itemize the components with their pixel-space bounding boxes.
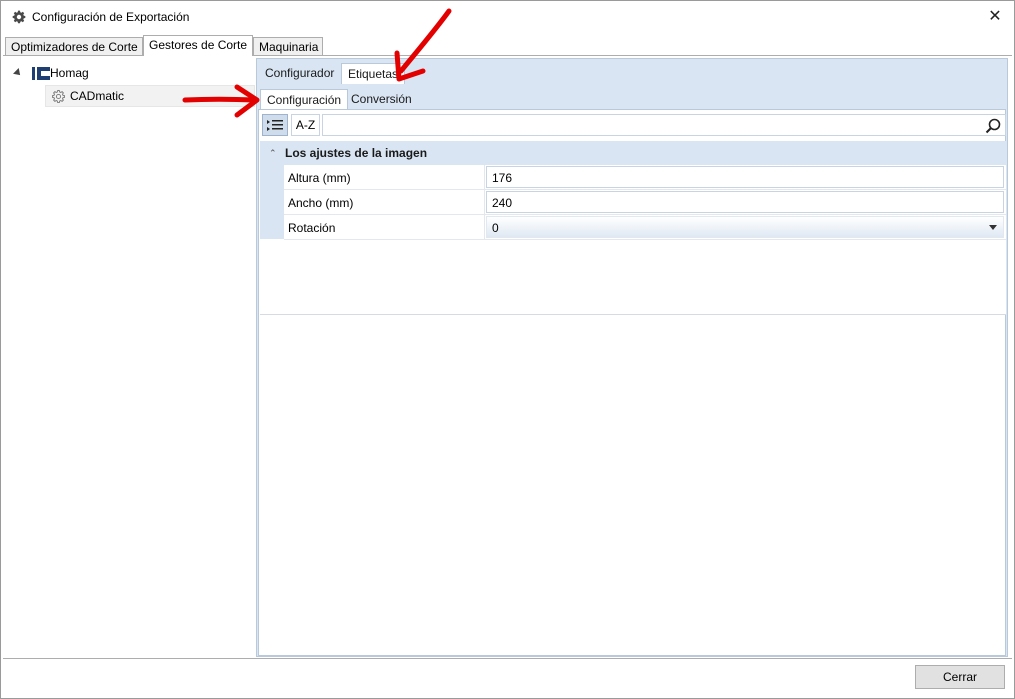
column-divider	[484, 165, 485, 190]
export-config-window: Configuración de Exportación ✕ Optimizad…	[0, 0, 1015, 699]
categorized-view-button[interactable]	[262, 114, 288, 136]
rotacion-value: 0	[492, 221, 499, 235]
homag-logo-icon	[32, 67, 50, 80]
window-close-button[interactable]: ✕	[980, 3, 1010, 31]
manager-tree: Homag	[4, 59, 254, 657]
tree-node-label: CADmatic	[70, 89, 125, 103]
tab-etiquetas[interactable]: Etiquetas	[341, 63, 406, 84]
property-search-input[interactable]	[322, 114, 1006, 136]
search-icon[interactable]	[985, 118, 1001, 134]
window-title: Configuración de Exportación	[32, 10, 190, 24]
tree-node-homag[interactable]: Homag	[4, 62, 254, 84]
expand-arrow-icon[interactable]	[13, 68, 23, 78]
gear-icon	[52, 89, 65, 103]
dialog-footer: Cerrar	[3, 658, 1012, 696]
ancho-field[interactable]: 240	[486, 191, 1004, 213]
title-bar: Configuración de Exportación ✕	[1, 1, 1014, 33]
property-row-altura: Altura (mm) 176	[284, 165, 1006, 190]
altura-field[interactable]: 176	[486, 166, 1004, 188]
property-row-ancho: Ancho (mm) 240	[284, 190, 1006, 215]
chevron-down-icon[interactable]	[989, 225, 997, 230]
property-name: Ancho (mm)	[288, 196, 354, 210]
property-name: Altura (mm)	[288, 171, 351, 185]
category-label: Los ajustes de la imagen	[285, 146, 428, 160]
column-divider	[484, 190, 485, 215]
alphabetical-view-button[interactable]: A-Z	[291, 114, 320, 136]
tab-optimizadores-de-corte[interactable]: Optimizadores de Corte	[5, 37, 143, 56]
collapse-arrow-icon[interactable]: ⌃	[269, 148, 277, 159]
tab-configuracion[interactable]: Configuración	[260, 89, 349, 110]
tab-configurador[interactable]: Configurador	[259, 63, 340, 84]
cerrar-button[interactable]: Cerrar	[915, 665, 1005, 689]
property-grid: ⌃ Los ajustes de la imagen Altura (mm) 1…	[260, 141, 1006, 315]
category-header[interactable]: ⌃ Los ajustes de la imagen	[260, 141, 1006, 165]
tree-node-cadmatic[interactable]: CADmatic	[45, 85, 255, 107]
rotacion-dropdown[interactable]: 0	[486, 216, 1004, 238]
gear-icon	[12, 10, 26, 24]
tab-conversion[interactable]: Conversión	[345, 89, 418, 110]
column-divider	[484, 215, 485, 240]
categorized-list-icon	[267, 120, 283, 131]
tree-node-label: Homag	[50, 66, 89, 80]
tab-gestores-de-corte[interactable]: Gestores de Corte	[143, 35, 253, 56]
grid-gutter	[260, 165, 284, 239]
tab-maquinaria[interactable]: Maquinaria	[253, 37, 323, 56]
property-grid-toolbar: A-Z	[260, 113, 1006, 138]
property-name: Rotación	[288, 221, 336, 235]
property-row-rotacion: Rotación 0	[284, 215, 1006, 240]
